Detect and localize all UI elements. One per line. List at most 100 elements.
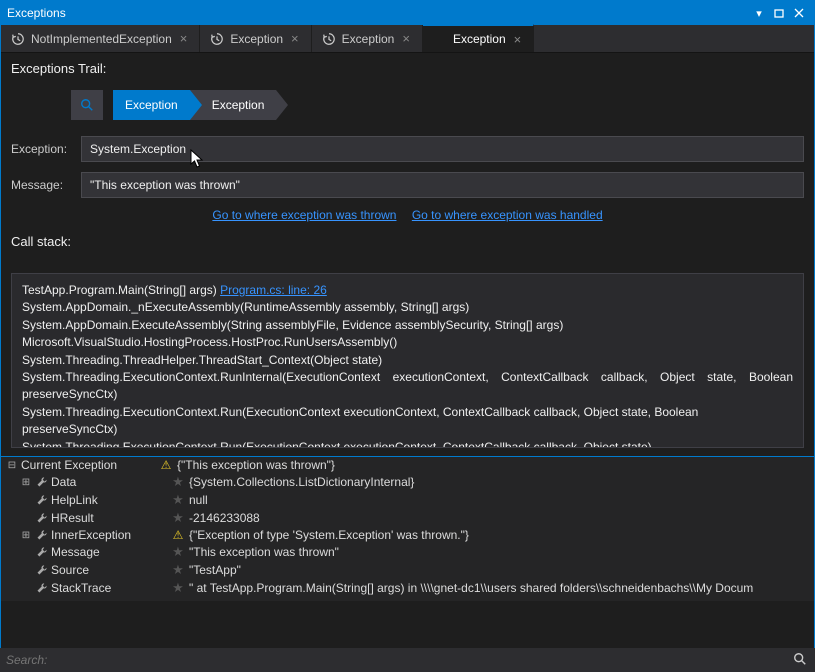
wrench-icon	[36, 529, 48, 541]
prop-value: " at TestApp.Program.Main(String[] args)…	[189, 581, 810, 595]
callstack-frame: System.Threading.ExecutionContext.RunInt…	[22, 369, 793, 404]
callstack-frame: System.AppDomain._nExecuteAssembly(Runti…	[22, 299, 793, 316]
callstack-frame: System.Threading.ExecutionContext.Run(Ex…	[22, 439, 793, 448]
star-icon[interactable]: ★	[169, 598, 187, 601]
warning-icon: ⚠	[157, 458, 175, 472]
prop-row-message[interactable]: Message★"This exception was thrown"	[1, 543, 814, 561]
prop-name: InnerException	[51, 528, 167, 542]
callstack-frame: Microsoft.VisualStudio.HostingProcess.Ho…	[22, 334, 793, 351]
links-row: Go to where exception was thrown Go to w…	[11, 208, 804, 222]
wrench-icon	[36, 476, 48, 488]
wrench-icon	[36, 512, 48, 524]
tab-label: Exception	[342, 32, 395, 46]
tab-1[interactable]: Exception ×	[200, 25, 311, 52]
prop-value: {"Exception of type 'System.Exception' w…	[189, 528, 810, 542]
dropdown-button[interactable]: ▾	[750, 5, 768, 21]
titlebar-buttons: ▾	[750, 5, 808, 21]
search-input[interactable]	[6, 653, 793, 667]
callstack-frame: TestApp.Program.Main(String[] args)	[22, 283, 220, 297]
callstack-source-link[interactable]: Program.cs: line: 26	[220, 283, 327, 297]
expand-icon[interactable]: ⊞	[19, 477, 33, 488]
tab-3[interactable]: Exception ×	[423, 24, 534, 52]
tab-label: Exception	[230, 32, 283, 46]
star-icon[interactable]: ★	[169, 544, 187, 560]
tab-2[interactable]: Exception ×	[312, 25, 423, 52]
wrench-icon	[36, 582, 48, 594]
prop-name: HResult	[51, 511, 167, 525]
prop-value: {System.Collections.ListDictionaryIntern…	[189, 475, 810, 489]
tab-close-icon[interactable]: ×	[289, 31, 301, 46]
wrench-icon	[36, 546, 48, 558]
prop-value: {"This exception was thrown"}	[177, 458, 810, 472]
prop-row-helplink[interactable]: HelpLink★null	[1, 491, 814, 509]
prop-row-data[interactable]: ⊞ Data★{System.Collections.ListDictionary…	[1, 473, 814, 491]
trail-search-button[interactable]	[71, 90, 103, 120]
tab-label: Exception	[453, 32, 506, 46]
go-thrown-link[interactable]: Go to where exception was thrown	[212, 208, 396, 222]
warning-icon[interactable]: ⚠	[169, 528, 187, 542]
message-input[interactable]	[81, 172, 804, 198]
history-icon	[11, 32, 25, 46]
prop-name: Data	[51, 475, 167, 489]
prop-row-source[interactable]: Source★"TestApp"	[1, 561, 814, 579]
prop-name: Source	[51, 563, 167, 577]
star-icon[interactable]: ★	[169, 580, 187, 596]
tab-close-icon[interactable]: ×	[178, 31, 190, 46]
prop-row-stacktrace[interactable]: StackTrace★" at TestApp.Program.Main(Str…	[1, 579, 814, 597]
wrench-icon	[36, 494, 48, 506]
prop-value: "This exception was thrown"	[189, 545, 810, 559]
history-icon	[210, 32, 224, 46]
prop-root[interactable]: ⊟Current Exception⚠{"This exception was …	[1, 457, 814, 473]
tab-close-icon[interactable]: ×	[400, 31, 412, 46]
expand-icon[interactable]: ⊞	[19, 530, 33, 541]
trail-section: Exceptions Trail: ExceptionException Exc…	[1, 53, 814, 269]
star-icon[interactable]: ★	[169, 492, 187, 508]
message-label: Message:	[11, 178, 73, 192]
window-titlebar: Exceptions ▾	[1, 1, 814, 25]
prop-name: Current Exception	[21, 458, 155, 472]
star-icon[interactable]: ★	[169, 474, 187, 490]
tab-close-icon[interactable]: ×	[512, 32, 524, 47]
prop-row-innerexception[interactable]: ⊞ InnerException⚠{"Exception of type 'Sys…	[1, 527, 814, 543]
exception-label: Exception:	[11, 142, 73, 156]
prop-name: Message	[51, 545, 167, 559]
breadcrumb-crumb-1[interactable]: Exception	[190, 90, 277, 120]
prop-row-hresult[interactable]: HResult★-2146233088	[1, 509, 814, 527]
callstack-frame: System.Threading.ThreadHelper.ThreadStar…	[22, 352, 793, 369]
star-icon[interactable]: ★	[169, 562, 187, 578]
search-icon	[80, 98, 94, 112]
callstack-box[interactable]: TestApp.Program.Main(String[] args) Prog…	[11, 273, 804, 448]
prop-value: null	[189, 493, 810, 507]
breadcrumb-crumbs: ExceptionException	[113, 90, 276, 120]
prop-value: -2146233088	[189, 511, 810, 525]
window-title: Exceptions	[7, 6, 750, 20]
tab-0[interactable]: NotImplementedException ×	[1, 25, 200, 52]
exception-input[interactable]	[81, 136, 804, 162]
properties-panel[interactable]: ⊟Current Exception⚠{"This exception was …	[1, 456, 814, 601]
trail-label: Exceptions Trail:	[11, 61, 804, 76]
breadcrumb-crumb-0[interactable]: Exception	[113, 90, 190, 120]
wrench-icon	[36, 564, 48, 576]
wrench-icon	[36, 600, 48, 601]
prop-name: StackTrace	[51, 581, 167, 595]
maximize-button[interactable]	[770, 5, 788, 21]
history-icon	[322, 32, 336, 46]
expand-icon[interactable]: ⊞	[19, 601, 33, 602]
prop-row-targetsite[interactable]: ⊞ TargetSite★{Void Main(System.String[])}	[1, 597, 814, 601]
tab-strip: NotImplementedException×Exception×Except…	[1, 25, 814, 53]
prop-value: "TestApp"	[189, 563, 810, 577]
callstack-frame: System.Threading.ExecutionContext.Run(Ex…	[22, 404, 793, 439]
search-button[interactable]	[793, 652, 809, 668]
collapse-icon[interactable]: ⊟	[5, 460, 19, 471]
prop-name: TargetSite	[51, 599, 167, 601]
breadcrumb-row: ExceptionException	[71, 90, 804, 120]
callstack-label: Call stack:	[11, 234, 804, 249]
close-button[interactable]	[790, 5, 808, 21]
search-bar	[0, 648, 815, 672]
star-icon[interactable]: ★	[169, 510, 187, 526]
go-handled-link[interactable]: Go to where exception was handled	[412, 208, 603, 222]
callstack-frame: System.AppDomain.ExecuteAssembly(String …	[22, 317, 793, 334]
prop-value: {Void Main(System.String[])}	[189, 599, 810, 601]
prop-name: HelpLink	[51, 493, 167, 507]
tab-label: NotImplementedException	[31, 32, 172, 46]
